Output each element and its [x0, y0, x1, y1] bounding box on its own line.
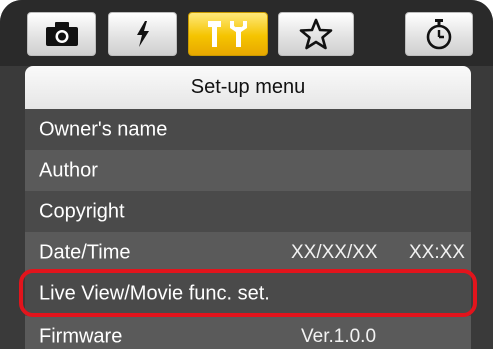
- menu-item-label: Date/Time: [39, 241, 131, 263]
- star-icon: [299, 18, 333, 50]
- menu-item-label: Live View/Movie func. set.: [39, 282, 270, 304]
- menu-item-label: Firmware: [39, 325, 123, 347]
- panel-title: Set-up menu: [25, 66, 471, 109]
- setup-menu-list: Owner's name Author Copyright Date/Time …: [25, 109, 471, 349]
- menu-tab-bar: [0, 0, 493, 66]
- tab-my-menu[interactable]: [278, 12, 354, 56]
- tab-setup[interactable]: [188, 12, 268, 56]
- tab-camera[interactable]: [27, 12, 96, 56]
- camera-menu-screen: Set-up menu Owner's name Author Copyrigh…: [0, 0, 493, 349]
- menu-item-author[interactable]: Author: [25, 150, 471, 191]
- menu-item-label: Copyright: [39, 200, 125, 222]
- menu-item-live-view-movie[interactable]: Live View/Movie func. set.: [25, 273, 471, 314]
- menu-item-owners-name[interactable]: Owner's name: [25, 109, 471, 150]
- wrench-tools-icon: [208, 21, 247, 47]
- menu-item-date-time[interactable]: Date/Time XX/XX/XX XX:XX: [25, 232, 471, 273]
- tab-timer[interactable]: [405, 12, 473, 56]
- date-value: XX/XX/XX: [291, 241, 378, 263]
- menu-item-copyright[interactable]: Copyright: [25, 191, 471, 232]
- camera-icon: [45, 22, 78, 46]
- stopwatch-icon: [426, 19, 452, 50]
- menu-item-firmware[interactable]: Firmware Ver.1.0.0: [25, 316, 471, 349]
- time-value: XX:XX: [409, 241, 465, 263]
- firmware-version-value: Ver.1.0.0: [301, 325, 377, 347]
- menu-item-label: Author: [39, 159, 98, 181]
- flash-bolt-icon: [136, 21, 149, 47]
- tab-flash[interactable]: [108, 12, 177, 56]
- menu-item-label: Owner's name: [39, 118, 168, 140]
